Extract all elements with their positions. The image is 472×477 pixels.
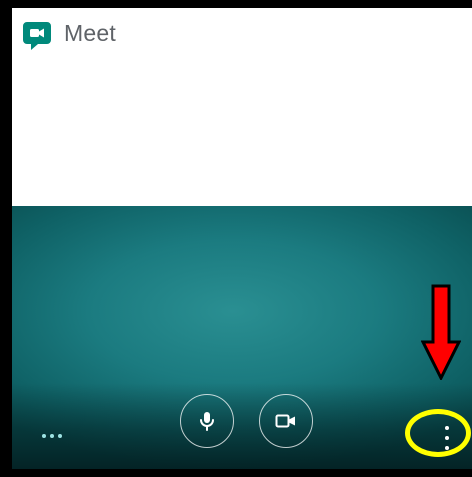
camera-button[interactable] [259,394,313,448]
app-window: Meet [12,8,472,469]
more-options-button[interactable] [438,426,456,450]
app-title: Meet [64,20,116,46]
video-camera-icon [275,414,295,428]
google-meet-logo-icon [23,22,51,50]
microphone-button[interactable] [180,394,234,448]
horizontal-dots-icon[interactable] [42,432,62,440]
vertical-dots-icon [445,426,449,430]
app-header: Meet [12,8,472,60]
controls-bar [12,383,472,469]
microphone-icon [200,412,214,431]
video-preview [12,206,472,469]
